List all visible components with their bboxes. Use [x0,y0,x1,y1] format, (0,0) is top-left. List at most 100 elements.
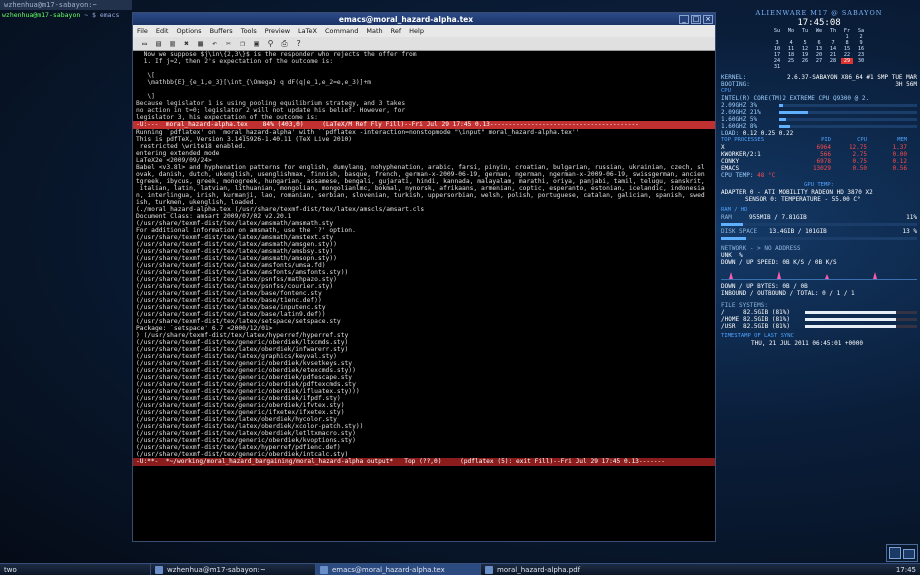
taskbar: wzhenhua@m17-sabayon:~ emacs@moral_hazard… [150,564,645,575]
new-file-icon[interactable]: ▭ [139,38,150,49]
calendar-day [855,64,867,70]
ram-bar [721,223,917,226]
filesystem-bar-fill [805,311,896,314]
search-icon[interactable]: ⚲ [265,38,276,49]
workspace-pager[interactable] [886,544,918,562]
calendar-row: 31 [771,64,867,70]
open-file-icon[interactable]: ▤ [153,38,164,49]
filesystem-mount: / [721,309,725,316]
open-directory-icon[interactable]: ▥ [167,38,178,49]
output-line: (/usr/share/texmf-dist/tex/latex/base/fo… [136,290,322,297]
booting-value: 3H 56M [895,81,917,88]
process-pid: 13029 [812,165,831,172]
output-line: (/usr/share/texmf-dist/tex/latex/amsmath… [136,255,337,262]
source-line [133,86,715,93]
menu-file[interactable]: File [137,27,148,35]
output-line: Babel <v3.8l> and hyphenation patterns f… [136,164,705,171]
cpu-section: CPU [721,88,731,94]
process-name: CONKY [721,158,740,165]
output-line: (/usr/share/texmf-dist/tex/generic/oberd… [136,367,356,374]
taskbar-item[interactable]: wzhenhua@m17-sabayon:~ [150,564,315,575]
output-line: (/usr/share/texmf-dist/tex/latex/hyperre… [136,444,341,451]
emacs-window[interactable]: emacs@moral_hazard-alpha.tex _ □ × File E… [132,12,716,542]
cpu-core-bar [779,104,917,107]
output-line: entering extended mode [136,150,220,157]
filesystem-row: / 82.5GIB (81%) [721,309,917,316]
output-line: (/usr/share/texmf-dist/tex/latex/oberdie… [136,416,337,423]
menu-math[interactable]: Math [366,27,382,35]
booting-row: BOOTING: 3H 56M [721,81,917,88]
cut-icon[interactable]: ✂ [223,38,234,49]
output-line: (/usr/share/texmf-dist/tex/latex/amsmath… [136,220,334,227]
taskbar-item[interactable]: moral_hazard-alpha.pdf [480,564,645,575]
menu-options[interactable]: Options [176,27,201,35]
maximize-button[interactable]: □ [691,14,701,24]
window-icon [485,565,493,574]
output-line: Document Class: amsart 2009/07/02 v2.20.… [136,213,292,220]
process-name: KWORKER/2:1 [721,151,761,158]
undo-icon[interactable]: ↶ [209,38,220,49]
cpu-core-bar-fill [779,125,791,128]
gpu-line-1: ADAPTER 0 - ATI MOBILITY RADEON HD 3870 … [721,189,917,196]
menu-help[interactable]: Help [409,27,424,35]
workspace-label[interactable]: two [0,564,150,575]
filesystem-bar [805,311,917,314]
cpu-core-bar [779,111,917,114]
gpu-line-2: SENSOR 0: TEMPERATURE - 55.00 C° [721,196,917,203]
cpu-core-bar-fill [779,111,808,114]
menu-latex[interactable]: LaTeX [298,27,317,35]
close-button[interactable]: × [703,14,713,24]
modeline-lower[interactable]: -U:**- *~/working/moral_hazard_bargainin… [133,458,715,466]
output-line: (/usr/share/texmf-dist/tex/latex/amsmath… [136,234,334,241]
gpu-section: GPU TEMP: [804,182,834,188]
print-icon[interactable]: ⎙ [279,38,290,49]
menu-edit[interactable]: Edit [156,27,169,35]
output-line: (/usr/share/texmf-dist/tex/latex/amsmath… [136,241,337,248]
output-line: (/usr/share/texmf-dist/tex/latex/oberdie… [136,423,364,430]
terminal-titlebar[interactable]: wzhenhua@m17-sabayon:~ [0,0,132,10]
pager-window-1[interactable] [889,547,901,559]
panel-clock[interactable]: 17:45 [892,564,920,575]
tex-source-buffer[interactable]: Now we suppose $j\in\{2,3\}$ is the resp… [133,51,715,121]
cpu-temp-value: 48 °C [757,172,776,179]
pdflatex-output-buffer[interactable]: Running `pdflatex' on `moral_hazard-alph… [133,129,715,458]
process-mem: 0.56 [892,165,907,172]
help-icon[interactable]: ? [293,38,304,49]
copy-icon[interactable]: ❐ [237,38,248,49]
menu-command[interactable]: Command [325,27,358,35]
save-icon[interactable]: ▦ [195,38,206,49]
fs-section: FILE SYSTEMS: [721,302,917,309]
output-line: For additional information on amsmath, u… [136,227,356,234]
output-line: (/usr/share/texmf-dist/tex/latex/amsfont… [136,262,326,269]
minibuffer[interactable] [133,466,715,473]
pager-window-2[interactable] [903,549,915,559]
network-graph-svg [729,271,877,279]
cpu-core-row: 2.09GHZ 3% [721,102,917,109]
calendar-day [799,64,811,70]
modeline-upper[interactable]: -U:--- moral_hazard-alpha.tex 84% (403,0… [133,121,715,129]
unk-label: UNK [721,252,732,259]
menu-preview[interactable]: Preview [265,27,290,35]
minimize-button[interactable]: _ [679,14,689,24]
taskbar-item[interactable]: emacs@moral_hazard-alpha.tex [315,564,480,575]
source-line: 1. If j=2, then 2's expectation of the o… [136,58,334,65]
cpu-core-bar-fill [779,104,784,107]
terminal-title: wzhenhua@m17-sabayon:~ [4,1,97,9]
unk-value: % [739,252,743,259]
menu-tools[interactable]: Tools [241,27,257,35]
cpu-core-row: 2.09GHZ 21% [721,109,917,116]
gpu-adapter: ADAPTER 0 - ATI MOBILITY RADEON HD 3870 … [721,189,873,196]
emacs-titlebar[interactable]: emacs@moral_hazard-alpha.tex _ □ × [133,13,715,25]
filesystem-row: /USR 82.5GIB (81%) [721,323,917,330]
menu-ref[interactable]: Ref [391,27,402,35]
output-line: (/usr/share/texmf-dist/tex/generic/oberd… [136,437,356,444]
prompt-command: ~ $ emacs [80,11,120,19]
close-buffer-icon[interactable]: ✖ [181,38,192,49]
menu-buffers[interactable]: Buffers [210,27,233,35]
paste-icon[interactable]: ▣ [251,38,262,49]
taskbar-item-label: moral_hazard-alpha.pdf [497,565,581,574]
background-terminal[interactable]: wzhenhua@m17-sabayon:~ wzhenhua@m17-saba… [0,0,132,24]
process-name: X [721,144,725,151]
output-line: (/usr/share/texmf-dist/tex/latex/graphic… [136,353,337,360]
calendar-day [813,64,825,70]
